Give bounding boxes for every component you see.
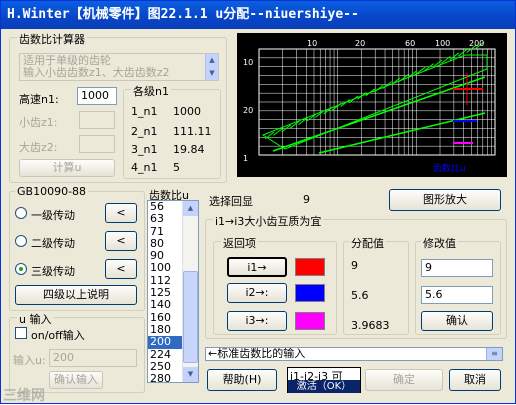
help-button[interactable]: 帮助(H) <box>207 369 277 391</box>
i3-color-swatch <box>295 312 325 330</box>
ratio-list-item[interactable]: 63 <box>148 212 182 225</box>
back-legend: 返回项 <box>221 235 258 251</box>
level-value: 1000 <box>173 105 201 118</box>
radio-level3-label: 三级传动 <box>31 265 75 278</box>
radio-level1-label: 一级传动 <box>31 209 75 222</box>
formula-line2: 激活（OK） <box>288 380 360 393</box>
u-input-legend: u 输入 <box>17 311 54 327</box>
status-text: ←标准齿数比的输入 <box>208 347 306 360</box>
level-value: 19.84 <box>173 143 205 156</box>
i1-color-swatch <box>295 258 325 276</box>
formula-box: i1-i2-i3 可 激活（OK） <box>287 367 361 393</box>
radio-level2-label: 二级传动 <box>31 237 75 250</box>
z1-input[interactable] <box>79 111 115 129</box>
radio-level1[interactable] <box>15 207 27 219</box>
level1-arrow-button[interactable]: < <box>105 203 137 223</box>
i2-button[interactable]: i2→: <box>227 283 287 303</box>
chart-x-tick: 200 <box>469 39 484 48</box>
main-window: H.Winter【机械零件】图22.1.1 u分配--niuershiye-- … <box>0 0 516 404</box>
scroll-down-icon[interactable]: ▼ <box>183 367 198 382</box>
chart-y-tick: 1 <box>243 154 248 163</box>
gb-legend: GB10090-88 <box>15 185 89 198</box>
alloc-confirm-button[interactable]: 确认 <box>421 311 493 331</box>
ratio-list-item[interactable]: 200 <box>148 335 182 349</box>
status-scroll-icon[interactable]: ≡ <box>486 348 502 360</box>
i2-modify-input[interactable]: 5.6 <box>421 286 493 304</box>
ratio-list-item[interactable]: 280 <box>148 372 182 382</box>
chart-y-tick: 20 <box>243 106 253 115</box>
i1-value: 9 <box>351 259 358 272</box>
z2-input[interactable] <box>79 135 115 153</box>
speed-input[interactable]: 1000 <box>77 87 117 105</box>
i2-value: 5.6 <box>351 289 369 302</box>
ok-button[interactable]: 确定 <box>365 369 443 391</box>
chart-x-tick: 20 <box>355 39 365 48</box>
ratio-listbox[interactable]: 56 63 71 80 90 100 112 125 140 160 180 200 224 250 280… <box>147 200 199 383</box>
ratio-list-item[interactable]: 100 <box>148 262 182 275</box>
window-title: H.Winter【机械零件】图22.1.1 u分配--niuershiye-- <box>1 1 515 29</box>
cancel-button[interactable]: 取消 <box>449 369 501 391</box>
radio-level2[interactable] <box>15 235 27 247</box>
level-value: 111.11 <box>173 125 212 138</box>
level-name: 2_n1 <box>131 125 158 138</box>
value-legend: 分配值 <box>349 235 386 251</box>
scroll-up-icon[interactable]: ▲ <box>183 201 198 216</box>
ratio-list-item[interactable]: 224 <box>148 348 182 361</box>
status-input[interactable]: ←标准齿数比的输入 ≡ <box>205 347 503 361</box>
level-value: 5 <box>173 161 180 174</box>
ratio-list-items: 56 63 71 80 90 100 112 125 140 160 180 200 224 250 280… <box>148 201 182 382</box>
scroll-thumb[interactable] <box>183 271 198 363</box>
i1-button[interactable]: i1→ <box>227 257 287 277</box>
z2-label: 大齿z2: <box>19 141 58 154</box>
calc-button[interactable]: 计算u <box>19 159 115 177</box>
level-name: 1_n1 <box>131 105 158 118</box>
level-name: 4_n1 <box>131 161 158 174</box>
info-scrollbar[interactable]: ▲ ▼ <box>205 54 218 80</box>
multi-level-button[interactable]: 四级以上说明 <box>15 285 137 305</box>
i3-value: 3.9683 <box>351 319 390 332</box>
level3-arrow-button[interactable]: < <box>105 259 137 279</box>
watermark: 三维网 <box>3 388 45 404</box>
calc-legend: 齿数比计算器 <box>17 31 87 47</box>
level-name: 3_n1 <box>131 143 158 156</box>
zoom-button[interactable]: 图形放大 <box>389 189 501 211</box>
chart-axis-label: 齿数比u <box>433 162 466 174</box>
calc-info-line2: 输入小齿齿数z1、大齿齿数z2 <box>23 66 170 79</box>
radio-level3[interactable] <box>15 263 27 275</box>
ratio-chart: 10 20 60 100 200 10 20 1 齿数比u <box>237 33 507 177</box>
selection-value: 9 <box>303 193 310 206</box>
speed-label: 高速n1: <box>19 93 59 106</box>
u-input-checkbox-label: on/off输入 <box>31 329 85 342</box>
u-input-checkbox[interactable] <box>15 327 27 339</box>
i1-modify-input[interactable]: 9 <box>421 259 493 277</box>
u-input-label: 输入u: <box>13 354 46 367</box>
level2-arrow-button[interactable]: < <box>105 231 137 251</box>
levels-legend: 各级n1 <box>131 83 171 99</box>
modify-legend: 修改值 <box>421 235 458 251</box>
chart-x-tick: 10 <box>307 39 317 48</box>
u-input-field[interactable]: 200 <box>49 349 137 367</box>
selection-label: 选择回显 <box>209 195 253 208</box>
ratio-scrollbar[interactable]: ▲ ▼ <box>182 201 198 382</box>
calc-info-box: 适用于单级的齿轮 输入小齿齿数z1、大齿齿数z2 ▲ ▼ <box>19 53 219 81</box>
u-confirm-button[interactable]: 确认输入 <box>49 371 103 389</box>
chart-x-tick: 100 <box>435 39 450 48</box>
chart-x-tick: 60 <box>405 39 415 48</box>
chart-y-tick: 10 <box>243 58 253 67</box>
i3-button[interactable]: i3→: <box>227 311 287 331</box>
i2-color-swatch <box>295 284 325 302</box>
z1-label: 小齿z1: <box>19 116 58 129</box>
alloc-legend: i1→i3大小齿互质为宜 <box>213 213 324 229</box>
ratio-list-item[interactable]: 140 <box>148 299 182 312</box>
